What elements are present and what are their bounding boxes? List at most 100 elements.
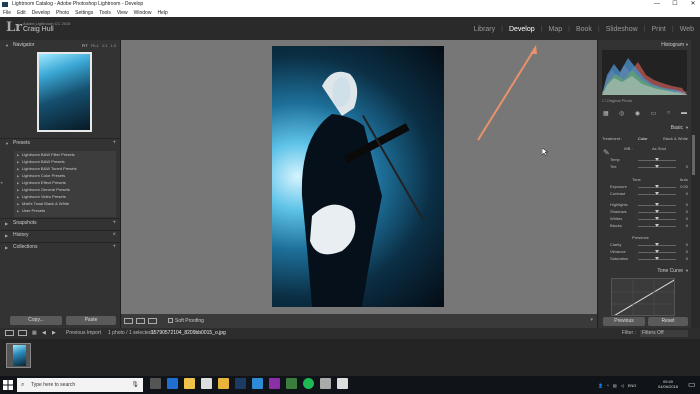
previous-button[interactable]: Previous bbox=[603, 317, 645, 326]
saturation-slider-knob[interactable] bbox=[655, 257, 659, 260]
taskbar-clock[interactable]: 09:40 04/06/2018 bbox=[658, 379, 678, 389]
close-button[interactable]: ✕ bbox=[686, 0, 700, 9]
auto-tone-button[interactable]: Auto bbox=[680, 177, 688, 183]
zoom-1-3[interactable]: 1:3 bbox=[110, 41, 116, 50]
presets-header[interactable]: ▼ Presets + bbox=[0, 138, 120, 147]
menu-photo[interactable]: Photo bbox=[56, 9, 69, 17]
navigator-preview[interactable] bbox=[37, 52, 92, 132]
exposure-value[interactable]: 0.00 bbox=[680, 184, 688, 190]
spotify-icon[interactable] bbox=[303, 378, 314, 389]
highlights-slider-knob[interactable] bbox=[655, 203, 659, 206]
menu-edit[interactable]: Edit bbox=[17, 9, 26, 17]
vibrance-slider[interactable] bbox=[638, 249, 676, 255]
tint-slider[interactable] bbox=[638, 164, 676, 170]
clarity-value[interactable]: 0 bbox=[686, 242, 688, 248]
zoom-1-1[interactable]: 1:1 bbox=[102, 41, 108, 50]
language-indicator[interactable]: ENG bbox=[628, 383, 637, 388]
whites-value[interactable]: 0 bbox=[686, 216, 688, 222]
highlights-value[interactable]: 0 bbox=[686, 202, 688, 208]
contrast-value[interactable]: 0 bbox=[686, 191, 688, 197]
lightroom-taskbar-icon[interactable] bbox=[235, 378, 246, 389]
vibrance-slider-knob[interactable] bbox=[655, 250, 659, 253]
clarity-slider[interactable] bbox=[638, 242, 676, 248]
paste-button[interactable]: Paste bbox=[66, 316, 116, 325]
chrome-icon[interactable] bbox=[218, 378, 229, 389]
radial-filter-icon[interactable]: ○ bbox=[667, 110, 671, 117]
clarity-slider-row[interactable]: Clarity 0 bbox=[602, 242, 688, 248]
zoom-fill[interactable]: FILL bbox=[91, 41, 99, 50]
clarity-slider-knob[interactable] bbox=[655, 243, 659, 246]
minimize-button[interactable]: — bbox=[650, 0, 664, 9]
tint-slider-knob[interactable] bbox=[655, 165, 659, 168]
histogram-header[interactable]: Histogram ▼ bbox=[598, 41, 691, 49]
windows-start-icon[interactable] bbox=[2, 379, 14, 391]
history-header[interactable]: ▶ History × bbox=[0, 230, 120, 239]
main-window-icon[interactable] bbox=[5, 330, 14, 336]
filmstrip-source[interactable]: Previous Import bbox=[66, 328, 101, 339]
toolbar-menu-icon[interactable]: ▾ bbox=[590, 317, 593, 323]
tint-value[interactable]: 0 bbox=[686, 164, 688, 170]
vibrance-slider-row[interactable]: Vibrance 0 bbox=[602, 249, 688, 255]
module-map[interactable]: Map bbox=[548, 26, 562, 33]
histogram[interactable] bbox=[602, 50, 687, 95]
store-icon[interactable] bbox=[201, 378, 212, 389]
white-balance-eyedropper-icon[interactable]: ✎ bbox=[603, 148, 610, 157]
module-book[interactable]: Book bbox=[576, 26, 592, 33]
treatment-bw[interactable]: Black & White bbox=[663, 136, 688, 142]
microphone-icon[interactable]: 🎙 bbox=[131, 378, 139, 392]
module-slideshow[interactable]: Slideshow bbox=[606, 26, 638, 33]
module-develop[interactable]: Develop bbox=[509, 26, 535, 33]
collections-header[interactable]: ▶ Collections + bbox=[0, 242, 120, 251]
copy-button[interactable]: Copy... bbox=[10, 316, 62, 325]
image-canvas[interactable] bbox=[121, 40, 597, 314]
scrollbar-thumb[interactable] bbox=[692, 135, 695, 175]
highlights-slider[interactable] bbox=[638, 202, 676, 208]
app-icon-grey[interactable] bbox=[320, 378, 331, 389]
soft-proofing-checkbox[interactable] bbox=[168, 318, 173, 323]
right-panel-scrollbar[interactable] bbox=[691, 40, 700, 328]
photos-icon[interactable] bbox=[337, 378, 348, 389]
taskbar-search-input[interactable]: ⌕ Type here to search 🎙 bbox=[17, 378, 143, 392]
add-snapshot-icon[interactable]: + bbox=[112, 219, 116, 228]
saturation-slider-row[interactable]: Saturation 0 bbox=[602, 256, 688, 262]
tone-curve-graph[interactable] bbox=[611, 278, 675, 316]
add-preset-icon[interactable]: + bbox=[112, 139, 116, 148]
forward-arrow-icon[interactable]: ▶ bbox=[52, 328, 56, 339]
show-hidden-icons[interactable]: ^ bbox=[607, 383, 609, 388]
reset-button[interactable]: Reset bbox=[648, 317, 688, 326]
main-photo[interactable] bbox=[272, 46, 444, 307]
exposure-slider-row[interactable]: Exposure 0.00 bbox=[602, 184, 688, 190]
add-collection-icon[interactable]: + bbox=[112, 243, 116, 252]
spot-removal-icon[interactable]: ◎ bbox=[619, 110, 624, 117]
exposure-slider-knob[interactable] bbox=[655, 185, 659, 188]
shadows-value[interactable]: 0 bbox=[686, 209, 688, 215]
temp-slider-row[interactable]: Temp bbox=[602, 157, 688, 163]
menu-tools[interactable]: Tools bbox=[99, 9, 111, 17]
premiere-icon[interactable] bbox=[269, 378, 280, 389]
blacks-slider-knob[interactable] bbox=[655, 224, 659, 227]
file-explorer-icon[interactable] bbox=[184, 378, 195, 389]
task-view-icon[interactable] bbox=[150, 378, 161, 389]
zoom-fit[interactable]: FIT bbox=[82, 41, 88, 50]
network-icon[interactable]: ▤ bbox=[613, 383, 617, 388]
red-eye-icon[interactable]: ◉ bbox=[635, 110, 640, 117]
second-window-icon[interactable] bbox=[18, 330, 27, 336]
treatment-color[interactable]: Color bbox=[638, 136, 648, 142]
snapshots-header[interactable]: ▶ Snapshots + bbox=[0, 218, 120, 227]
maximize-button[interactable]: ☐ bbox=[668, 0, 682, 9]
contrast-slider-knob[interactable] bbox=[655, 192, 659, 195]
vibrance-value[interactable]: 0 bbox=[686, 249, 688, 255]
graduated-filter-icon[interactable]: ▭ bbox=[651, 110, 657, 117]
menu-window[interactable]: Window bbox=[134, 9, 152, 17]
shadows-slider-row[interactable]: Shadows 0 bbox=[602, 209, 688, 215]
menu-view[interactable]: View bbox=[117, 9, 128, 17]
notifications-icon[interactable]: ▭ bbox=[688, 380, 696, 389]
shadows-slider-knob[interactable] bbox=[655, 210, 659, 213]
people-icon[interactable]: 👤 bbox=[598, 383, 603, 388]
saturation-slider[interactable] bbox=[638, 256, 676, 262]
blacks-value[interactable]: 0 bbox=[686, 223, 688, 229]
adjustment-brush-icon[interactable]: ▬ bbox=[681, 110, 687, 117]
photoshop-icon[interactable] bbox=[252, 378, 263, 389]
crop-icon[interactable]: ▦ bbox=[603, 110, 609, 117]
module-library[interactable]: Library bbox=[474, 26, 495, 33]
